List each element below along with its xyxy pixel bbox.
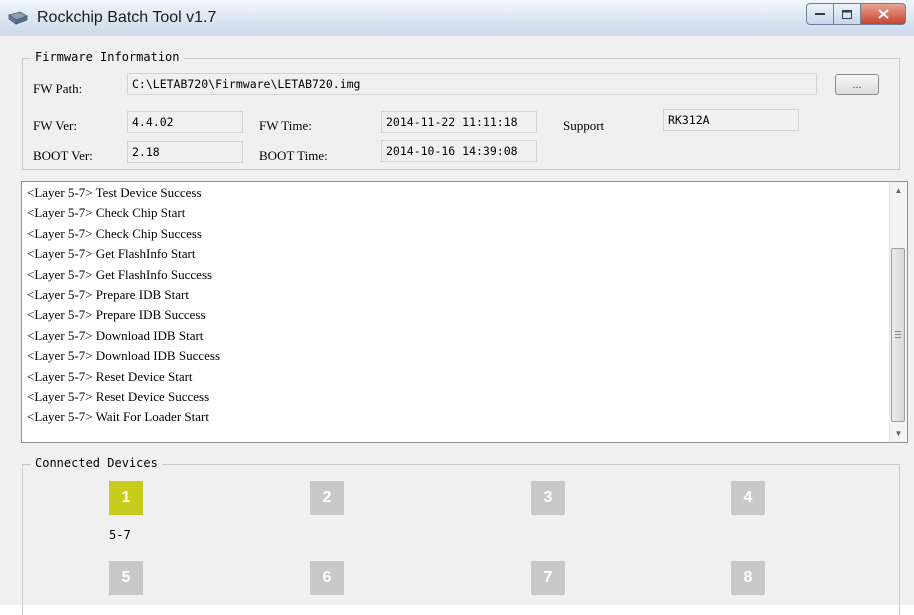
boot-time-label: BOOT Time:: [259, 148, 328, 163]
firmware-info-group: Firmware Information FW Path: C:\LETAB72…: [22, 50, 900, 170]
close-button[interactable]: [861, 3, 906, 25]
boot-time-field: 2014-10-16 14:39:08: [381, 140, 537, 162]
scroll-down-arrow-icon[interactable]: ▼: [890, 425, 907, 442]
window-title: Rockchip Batch Tool v1.7: [37, 9, 217, 26]
log-line: <Layer 5-7> Download IDB Success: [27, 348, 221, 364]
log-line: <Layer 5-7> Get FlashInfo Success: [27, 266, 213, 282]
fw-time-field: 2014-11-22 11:11:18: [381, 111, 537, 133]
device-slot-8[interactable]: 8: [731, 561, 765, 595]
log-line: <Layer 5-7> Reset Device Success: [27, 389, 210, 405]
fw-ver-field: 4.4.02: [127, 111, 243, 133]
app-icon: [8, 11, 28, 25]
log-line: <Layer 5-7> Check Chip Start: [27, 205, 186, 221]
client-area: Firmware Information FW Path: C:\LETAB72…: [0, 36, 914, 615]
log-output[interactable]: <Layer 5-7> Test Device Success <Layer 5…: [21, 181, 908, 443]
log-line: <Layer 5-7> Download IDB Start: [27, 327, 204, 343]
device-slot-5[interactable]: 5: [109, 561, 143, 595]
fw-path-label: FW Path:: [33, 81, 83, 96]
boot-ver-field: 2.18: [127, 141, 243, 163]
device-slot-1[interactable]: 1: [109, 481, 143, 515]
device-slot-3[interactable]: 3: [531, 481, 565, 515]
fw-ver-label: FW Ver:: [33, 118, 77, 133]
fw-time-label: FW Time:: [259, 118, 312, 133]
support-field: RK312A: [663, 109, 799, 131]
minimize-button[interactable]: [806, 3, 834, 25]
log-line: <Layer 5-7> Prepare IDB Success: [27, 307, 206, 323]
browse-button[interactable]: ...: [835, 74, 879, 95]
scrollbar-thumb[interactable]: [891, 248, 905, 422]
device-slot-6[interactable]: 6: [310, 561, 344, 595]
window-controls: [806, 3, 906, 25]
minimize-icon: [815, 13, 825, 15]
device-slot-4[interactable]: 4: [731, 481, 765, 515]
log-lines: <Layer 5-7> Test Device Success <Layer 5…: [27, 183, 220, 428]
connected-devices-group: Connected Devices 1 5-7 2 3 4 5 6 7 8: [22, 456, 900, 615]
log-line: <Layer 5-7> Check Chip Success: [27, 225, 202, 241]
scrollbar-grip-icon: [895, 331, 901, 339]
device-slot-1-port: 5-7: [109, 528, 131, 542]
scroll-up-arrow-icon[interactable]: ▲: [890, 182, 907, 199]
close-icon: [877, 9, 889, 19]
maximize-icon: [842, 9, 852, 19]
log-scrollbar[interactable]: ▲ ▼: [889, 182, 907, 442]
log-line: <Layer 5-7> Wait For Loader Start: [27, 409, 209, 425]
firmware-group-title: Firmware Information: [31, 50, 184, 64]
support-label: Support: [563, 118, 605, 133]
device-slot-2[interactable]: 2: [310, 481, 344, 515]
maximize-button[interactable]: [834, 3, 861, 25]
device-slot-7[interactable]: 7: [531, 561, 565, 595]
fw-path-field[interactable]: C:\LETAB720\Firmware\LETAB720.img: [127, 73, 817, 95]
log-line: <Layer 5-7> Prepare IDB Start: [27, 287, 189, 303]
log-line: <Layer 5-7> Get FlashInfo Start: [27, 246, 196, 262]
log-line: <Layer 5-7> Reset Device Start: [27, 368, 193, 384]
devices-group-title: Connected Devices: [31, 456, 162, 470]
title-bar[interactable]: Rockchip Batch Tool v1.7: [0, 0, 914, 36]
boot-ver-label: BOOT Ver:: [33, 148, 93, 163]
log-line: <Layer 5-7> Test Device Success: [27, 185, 202, 200]
